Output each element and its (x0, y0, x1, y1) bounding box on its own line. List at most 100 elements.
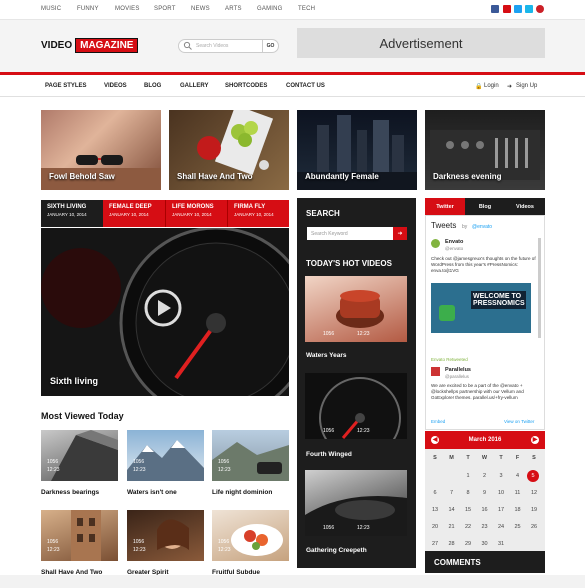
calendar-day[interactable]: 8 (461, 490, 475, 496)
tab-videos[interactable]: Videos (505, 198, 545, 215)
calendar-day[interactable]: 4 (511, 473, 525, 479)
search-go-button[interactable]: GO (262, 40, 278, 52)
tab-life-morons[interactable]: LIFE MORONS JANUARY 10, 2014 (165, 200, 227, 227)
calendar-day[interactable]: 1 (461, 473, 475, 479)
pinterest-icon[interactable] (536, 5, 544, 13)
hot-video-title[interactable]: Fourth Winged (306, 451, 352, 458)
most-viewed-item[interactable]: 1056 12:23 (127, 430, 204, 481)
calendar-day[interactable]: 10 (494, 490, 508, 496)
tweet-author[interactable]: Envato (445, 239, 463, 245)
twitter-timeline[interactable]: Tweets by @envato Envato @envato Check o… (425, 215, 545, 430)
calendar-day[interactable]: 13 (428, 507, 442, 513)
calendar-day[interactable]: 29 (461, 541, 475, 547)
tweet-author[interactable]: Parallelus (445, 367, 471, 373)
nav-blog[interactable]: BLOG (144, 83, 161, 89)
tab-blog[interactable]: Blog (465, 198, 505, 215)
calendar-day[interactable]: 24 (494, 524, 508, 530)
hot-video-item[interactable]: 1056 12:23 (305, 470, 407, 536)
tweets-handle[interactable]: @envato (472, 224, 492, 230)
most-viewed-title[interactable]: Darkness bearings (41, 489, 99, 496)
most-viewed-title[interactable]: Life night dominion (212, 489, 272, 496)
calendar-day[interactable]: 21 (445, 524, 459, 530)
calendar-day[interactable]: 2 (478, 473, 492, 479)
calendar-day[interactable]: 23 (478, 524, 492, 530)
most-viewed-item[interactable]: 1056 12:23 (212, 510, 289, 561)
most-viewed-heading: Most Viewed Today (41, 411, 124, 421)
signup-link[interactable]: Sign Up (516, 83, 537, 89)
top-nav-arts[interactable]: ARTS (225, 6, 242, 12)
prev-month-icon[interactable]: ◀ (431, 436, 439, 444)
top-nav-tech[interactable]: TECH (298, 6, 315, 12)
tab-female-deep[interactable]: FEMALE DEEP JANUARY 10, 2014 (103, 200, 165, 227)
main-nav: PAGE STYLES VIDEOS BLOG GALLERY SHORTCOD… (0, 75, 585, 97)
twitter-icon[interactable] (514, 5, 522, 13)
most-viewed-title[interactable]: Waters isn't one (127, 489, 177, 496)
calendar-day[interactable]: 14 (445, 507, 459, 513)
calendar-day[interactable]: 31 (494, 541, 508, 547)
calendar-day[interactable]: 16 (478, 507, 492, 513)
calendar-day[interactable]: 19 (527, 507, 541, 513)
embed-link[interactable]: Embed (431, 419, 445, 424)
tweet-image[interactable]: WELCOME TO PRESSNOMICS (431, 283, 531, 333)
view-on-twitter-link[interactable]: View on Twitter (504, 419, 534, 424)
tab-twitter[interactable]: Twitter (425, 198, 465, 215)
most-viewed-item[interactable]: 1056 12:23 (41, 510, 118, 561)
top-nav-gaming[interactable]: GAMING (257, 6, 283, 12)
featured-tile[interactable]: Fowl Behold Saw (41, 110, 161, 190)
timeline-scrollbar[interactable] (538, 238, 541, 338)
header-search[interactable]: Search Videos GO (178, 39, 279, 53)
most-viewed-item[interactable]: 1056 12:23 (127, 510, 204, 561)
vimeo-icon[interactable] (525, 5, 533, 13)
most-viewed-item[interactable]: 1056 12:23 (41, 430, 118, 481)
sidebar-search-input[interactable]: Search Keyword ➜ (307, 227, 407, 240)
hot-video-item[interactable]: 1056 12:23 (305, 276, 407, 342)
calendar-day[interactable]: 26 (527, 524, 541, 530)
featured-tile[interactable]: Shall Have And Two (169, 110, 289, 190)
top-nav-music[interactable]: MUSIC (41, 6, 61, 12)
nav-page-styles[interactable]: PAGE STYLES (45, 83, 87, 89)
nav-shortcodes[interactable]: SHORTCODES (225, 83, 267, 89)
calendar-day[interactable]: 12 (527, 490, 541, 496)
search-input[interactable]: Search Videos (196, 43, 228, 49)
calendar-day[interactable]: 22 (461, 524, 475, 530)
hot-video-title[interactable]: Gathering Creepeth (306, 547, 367, 554)
login-link[interactable]: Login (484, 83, 499, 89)
calendar-day[interactable]: 15 (461, 507, 475, 513)
most-viewed-item[interactable]: 1056 12:23 (212, 430, 289, 481)
site-logo[interactable]: VIDEO MAGAZINE (41, 38, 139, 53)
tab-sixth-living[interactable]: SIXTH LIVING JANUARY 10, 2014 (41, 200, 103, 227)
calendar-day[interactable]: 18 (511, 507, 525, 513)
tab-firma-fly[interactable]: FIRMA FLY JANUARY 10, 2014 (227, 200, 289, 227)
calendar-day[interactable]: 20 (428, 524, 442, 530)
calendar-day[interactable]: 17 (494, 507, 508, 513)
calendar-day[interactable]: 25 (511, 524, 525, 530)
top-nav-movies[interactable]: MOVIES (115, 6, 140, 12)
top-nav-sport[interactable]: SPORT (154, 6, 176, 12)
top-nav-funny[interactable]: FUNNY (77, 6, 99, 12)
featured-tile[interactable]: Darkness evening (425, 110, 545, 190)
calendar-day[interactable]: 6 (428, 490, 442, 496)
youtube-icon[interactable] (503, 5, 511, 13)
nav-gallery[interactable]: GALLERY (180, 83, 208, 89)
sidebar-dark: SEARCH Search Keyword ➜ TODAY'S HOT VIDE… (297, 198, 416, 568)
calendar-day[interactable]: 30 (478, 541, 492, 547)
facebook-icon[interactable] (491, 5, 499, 13)
nav-videos[interactable]: VIDEOS (104, 83, 127, 89)
hot-video-item[interactable]: 1056 12:23 (305, 373, 407, 439)
calendar-day[interactable]: 28 (445, 541, 459, 547)
nav-contact-us[interactable]: CONTACT US (286, 83, 325, 89)
weekday-label: S (532, 455, 536, 461)
hot-video-title[interactable]: Waters Years (306, 352, 346, 359)
calendar-day[interactable]: 11 (511, 490, 525, 496)
advertisement-banner[interactable]: Advertisement (297, 28, 545, 58)
calendar-day[interactable]: 7 (445, 490, 459, 496)
next-month-icon[interactable]: ▶ (531, 436, 539, 444)
calendar-today[interactable]: 5 (527, 470, 539, 482)
calendar-day[interactable]: 3 (494, 473, 508, 479)
feature-video[interactable]: Sixth living (41, 228, 289, 396)
arrow-right-icon[interactable]: ➜ (393, 227, 407, 240)
calendar-day[interactable]: 9 (478, 490, 492, 496)
top-nav-news[interactable]: NEWS (191, 6, 210, 12)
featured-tile[interactable]: Abundantly Female (297, 110, 417, 190)
calendar-day[interactable]: 27 (428, 541, 442, 547)
